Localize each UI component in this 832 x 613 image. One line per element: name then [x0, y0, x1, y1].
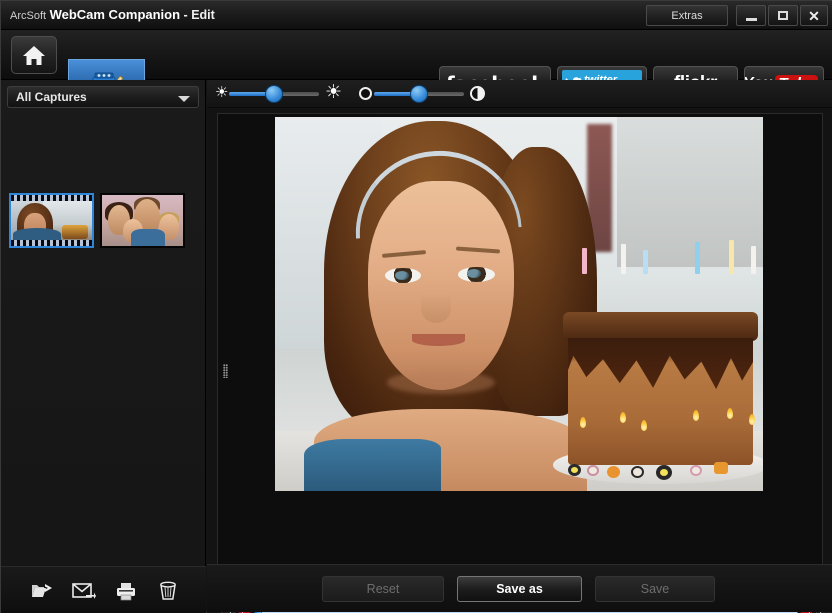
save-button[interactable]: Save [595, 576, 715, 602]
maximize-button[interactable] [768, 5, 798, 26]
photo-candle [750, 246, 756, 275]
photo-nose [421, 292, 451, 323]
maximize-icon [778, 11, 788, 20]
capture-filter-dropdown[interactable]: All Captures [7, 86, 199, 108]
brightness-low-icon: ☀ [215, 84, 229, 101]
table-row[interactable] [9, 193, 94, 248]
print-button[interactable] [109, 578, 143, 604]
photo-candy [689, 465, 702, 477]
thumbnail-shirt [131, 229, 166, 246]
table-row[interactable] [100, 193, 185, 248]
chevron-down-icon [178, 96, 190, 102]
home-button[interactable] [11, 36, 57, 74]
export-button[interactable] [25, 578, 59, 604]
capture-filter-label: All Captures [16, 90, 87, 104]
photo-candle-flame [726, 408, 733, 419]
print-icon [117, 582, 135, 600]
title-separator: - [183, 8, 188, 22]
application-window: ArcSoft WebCam Companion - Edit Extras ✕ [0, 0, 832, 613]
photo-mouth [411, 333, 466, 346]
photo-candy [655, 464, 672, 480]
sidebar-toolbar [1, 566, 206, 613]
export-icon [32, 584, 52, 597]
photo-girl-shirt [304, 438, 441, 491]
minimize-icon [745, 17, 757, 21]
video-capture-thumbnail [11, 195, 92, 246]
photo-candle-flame [619, 412, 626, 423]
contrast-slider-thumb[interactable] [410, 85, 428, 103]
film-strip-icon [11, 195, 92, 201]
application-name: WebCam Companion [49, 7, 181, 22]
footer-actions: Reset Save as Save [207, 564, 832, 612]
close-icon: ✕ [808, 7, 820, 24]
brightness-high-icon: ☀ [325, 82, 343, 103]
image-adjust-bar: ☀ ☀ [207, 80, 832, 108]
photo-candy [567, 464, 581, 477]
main-panel: ☀ ☀ [207, 80, 832, 613]
photo-candle-flame [692, 410, 699, 421]
save-as-button[interactable]: Save as [457, 576, 582, 602]
thumbnail-shoulder [13, 228, 61, 240]
email-icon [72, 583, 96, 599]
photo-pupil [394, 271, 410, 281]
title-bar: ArcSoft WebCam Companion - Edit Extras ✕ [1, 1, 832, 30]
film-strip-icon [11, 240, 92, 246]
photo-candle [728, 240, 734, 275]
photo-candle-flame [748, 414, 755, 425]
photo-wall-right [616, 117, 763, 267]
photo-candy [606, 465, 620, 478]
photo-candy [714, 462, 729, 475]
photo-candle [694, 242, 700, 275]
brightness-slider-thumb[interactable] [265, 85, 283, 103]
reset-label: Reset [366, 582, 400, 596]
photo-chin-shadow [387, 371, 495, 394]
capture-sidebar: All Captures [1, 80, 206, 613]
contrast-low-icon [359, 87, 372, 100]
save-label: Save [640, 582, 670, 596]
save-as-label: Save as [496, 582, 543, 596]
delete-button[interactable] [151, 578, 185, 604]
splitter-grip-icon[interactable] [223, 364, 228, 378]
close-button[interactable]: ✕ [800, 5, 828, 26]
email-button[interactable] [67, 578, 101, 604]
photo-candle [582, 248, 588, 275]
minimize-button[interactable] [736, 5, 766, 26]
photo-cake-top [562, 311, 759, 342]
photo-candle [621, 244, 627, 275]
photo-candle [643, 250, 649, 275]
extras-button[interactable]: Extras [646, 5, 728, 26]
preview-media[interactable] [275, 117, 763, 491]
current-mode: Edit [191, 8, 215, 22]
brand-name: ArcSoft [10, 10, 47, 22]
delete-icon [160, 581, 176, 600]
home-icon [23, 45, 45, 65]
preview-pane: 00:00:00/00:00:02 [217, 113, 830, 613]
thumbnail-cake [62, 225, 88, 239]
photo-capture-thumbnail [102, 195, 183, 246]
contrast-high-icon [470, 86, 485, 101]
thumbnail-artwork [11, 201, 92, 240]
thumbnail-artwork [102, 195, 183, 246]
reset-button[interactable]: Reset [322, 576, 444, 602]
extras-label: Extras [671, 9, 703, 22]
main-toolbar: facebook twitter FOLLOW ME flickr You Tu… [1, 30, 832, 107]
window-title: ArcSoft WebCam Companion - Edit [10, 7, 215, 22]
thumbnail-list [1, 113, 206, 613]
